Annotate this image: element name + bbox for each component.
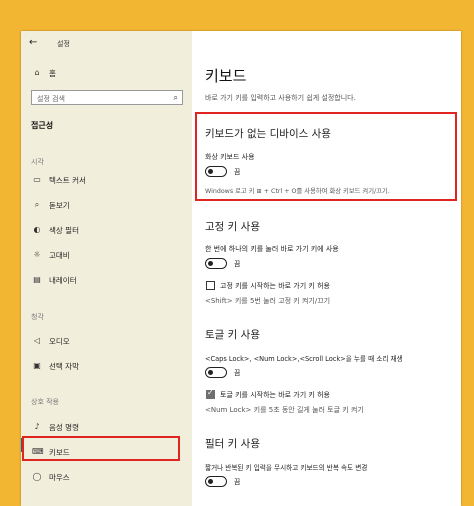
sidebar-item-label: 음성 명령 [49,423,79,432]
filter-heading: 필터 키 사용 [205,438,260,450]
magnifier-icon: ⌕ [34,200,40,209]
sidebar-item-label: 홈 [49,69,56,78]
toggle-knob [208,168,213,174]
osk-toggle-state: 끔 [234,168,241,176]
toggle-knob [208,369,213,375]
toggle-keys-shortcut-label: 토글 키를 시작하는 바로 가기 키 허용 [220,391,330,399]
sticky-desc: 한 번에 하나의 키를 눌러 바로 가기 키에 사용 [205,245,339,253]
page-title: 키보드 [205,67,247,85]
microphone-icon: ♪ [34,422,40,431]
sidebar-item-label: 내레이터 [49,276,77,285]
main-content: 키보드 바로 가기 키를 입력하고 사용하기 쉽게 설정합니다. 키보드가 없는… [192,31,461,506]
sticky-toggle-state: 끔 [234,260,241,268]
osk-toggle-label: 화상 키보드 사용 [205,153,255,161]
toggle-knob [208,478,213,484]
toggle-keys-hint: <Num Lock> 키를 5초 동안 길게 눌러 토글 키 켜기 [205,406,364,414]
osk-hint: Windows 로고 키 ⊞ + Ctrl + O를 사용하여 화상 키보드 켜… [205,188,390,195]
toggle-keys-heading: 토글 키 사용 [205,329,260,341]
sticky-toggle[interactable] [205,258,227,269]
sidebar-item-label: 돋보기 [49,201,70,210]
speaker-icon: ◁ [33,336,41,345]
narrator-icon: ▤ [33,275,41,284]
back-arrow-icon[interactable]: ← [29,37,37,48]
osk-heading: 키보드가 없는 디바이스 사용 [205,128,331,140]
keyboard-highlight-box [22,436,180,461]
filter-desc: 짧거나 반복된 키 입력을 무시하고 키보드의 반복 속도 변경 [205,464,368,472]
home-icon: ⌂ [34,68,40,77]
toggle-knob [208,260,213,266]
settings-window: ← 설정 ⌂ 홈 설정 검색 ⌕ 접근성 시각 ▭ 텍스트 커서 ⌕ 돋보기 ◐… [21,31,461,506]
filter-toggle-state: 끔 [234,478,241,486]
search-icon: ⌕ [173,93,178,102]
sticky-shortcut-label: 고정 키를 시작하는 바로 가기 키 허용 [220,282,330,290]
display-icon: ▭ [33,175,41,184]
sticky-hint: <Shift> 키를 5번 눌러 고정 키 켜기/끄기 [205,297,331,305]
search-input[interactable]: 설정 검색 ⌕ [31,90,183,105]
watermark-logo: 니 [418,478,430,493]
sidebar-item-label: 텍스트 커서 [49,176,86,185]
sticky-heading: 고정 키 사용 [205,221,260,233]
sidebar-item-label: 고대비 [49,251,70,260]
high-contrast-icon: ☼ [33,250,41,259]
filter-toggle[interactable] [205,476,227,487]
search-placeholder: 설정 검색 [37,95,65,103]
section-title-vision: 시각 [31,158,44,166]
toggle-keys-state: 끔 [234,369,241,377]
mouse-icon: ◯ [32,472,42,481]
page-subtitle: 바로 가기 키를 입력하고 사용하기 쉽게 설정합니다. [205,94,356,102]
sidebar-item-label: 색상 필터 [49,226,79,235]
toggle-keys-desc: <Caps Lock>, <Num Lock>,<Scroll Lock>을 누… [205,355,403,363]
sticky-shortcut-checkbox[interactable] [206,281,215,290]
color-filter-icon: ◐ [33,225,41,234]
category-title: 접근성 [31,121,54,130]
osk-toggle[interactable] [205,166,227,177]
section-title-interaction: 상호 작용 [31,398,59,406]
sidebar-item-label: 선택 자막 [49,362,79,371]
sidebar-item-label: 마우스 [49,473,70,482]
sidebar-item-label: 오디오 [49,337,70,346]
toggle-keys-shortcut-checkbox[interactable] [206,388,215,399]
toggle-keys-toggle[interactable] [205,367,227,378]
sidebar: ← 설정 ⌂ 홈 설정 검색 ⌕ 접근성 시각 ▭ 텍스트 커서 ⌕ 돋보기 ◐… [21,31,192,506]
window-title: 설정 [57,40,70,48]
section-title-hearing: 청각 [31,313,44,321]
caption-icon: ▣ [33,361,41,370]
